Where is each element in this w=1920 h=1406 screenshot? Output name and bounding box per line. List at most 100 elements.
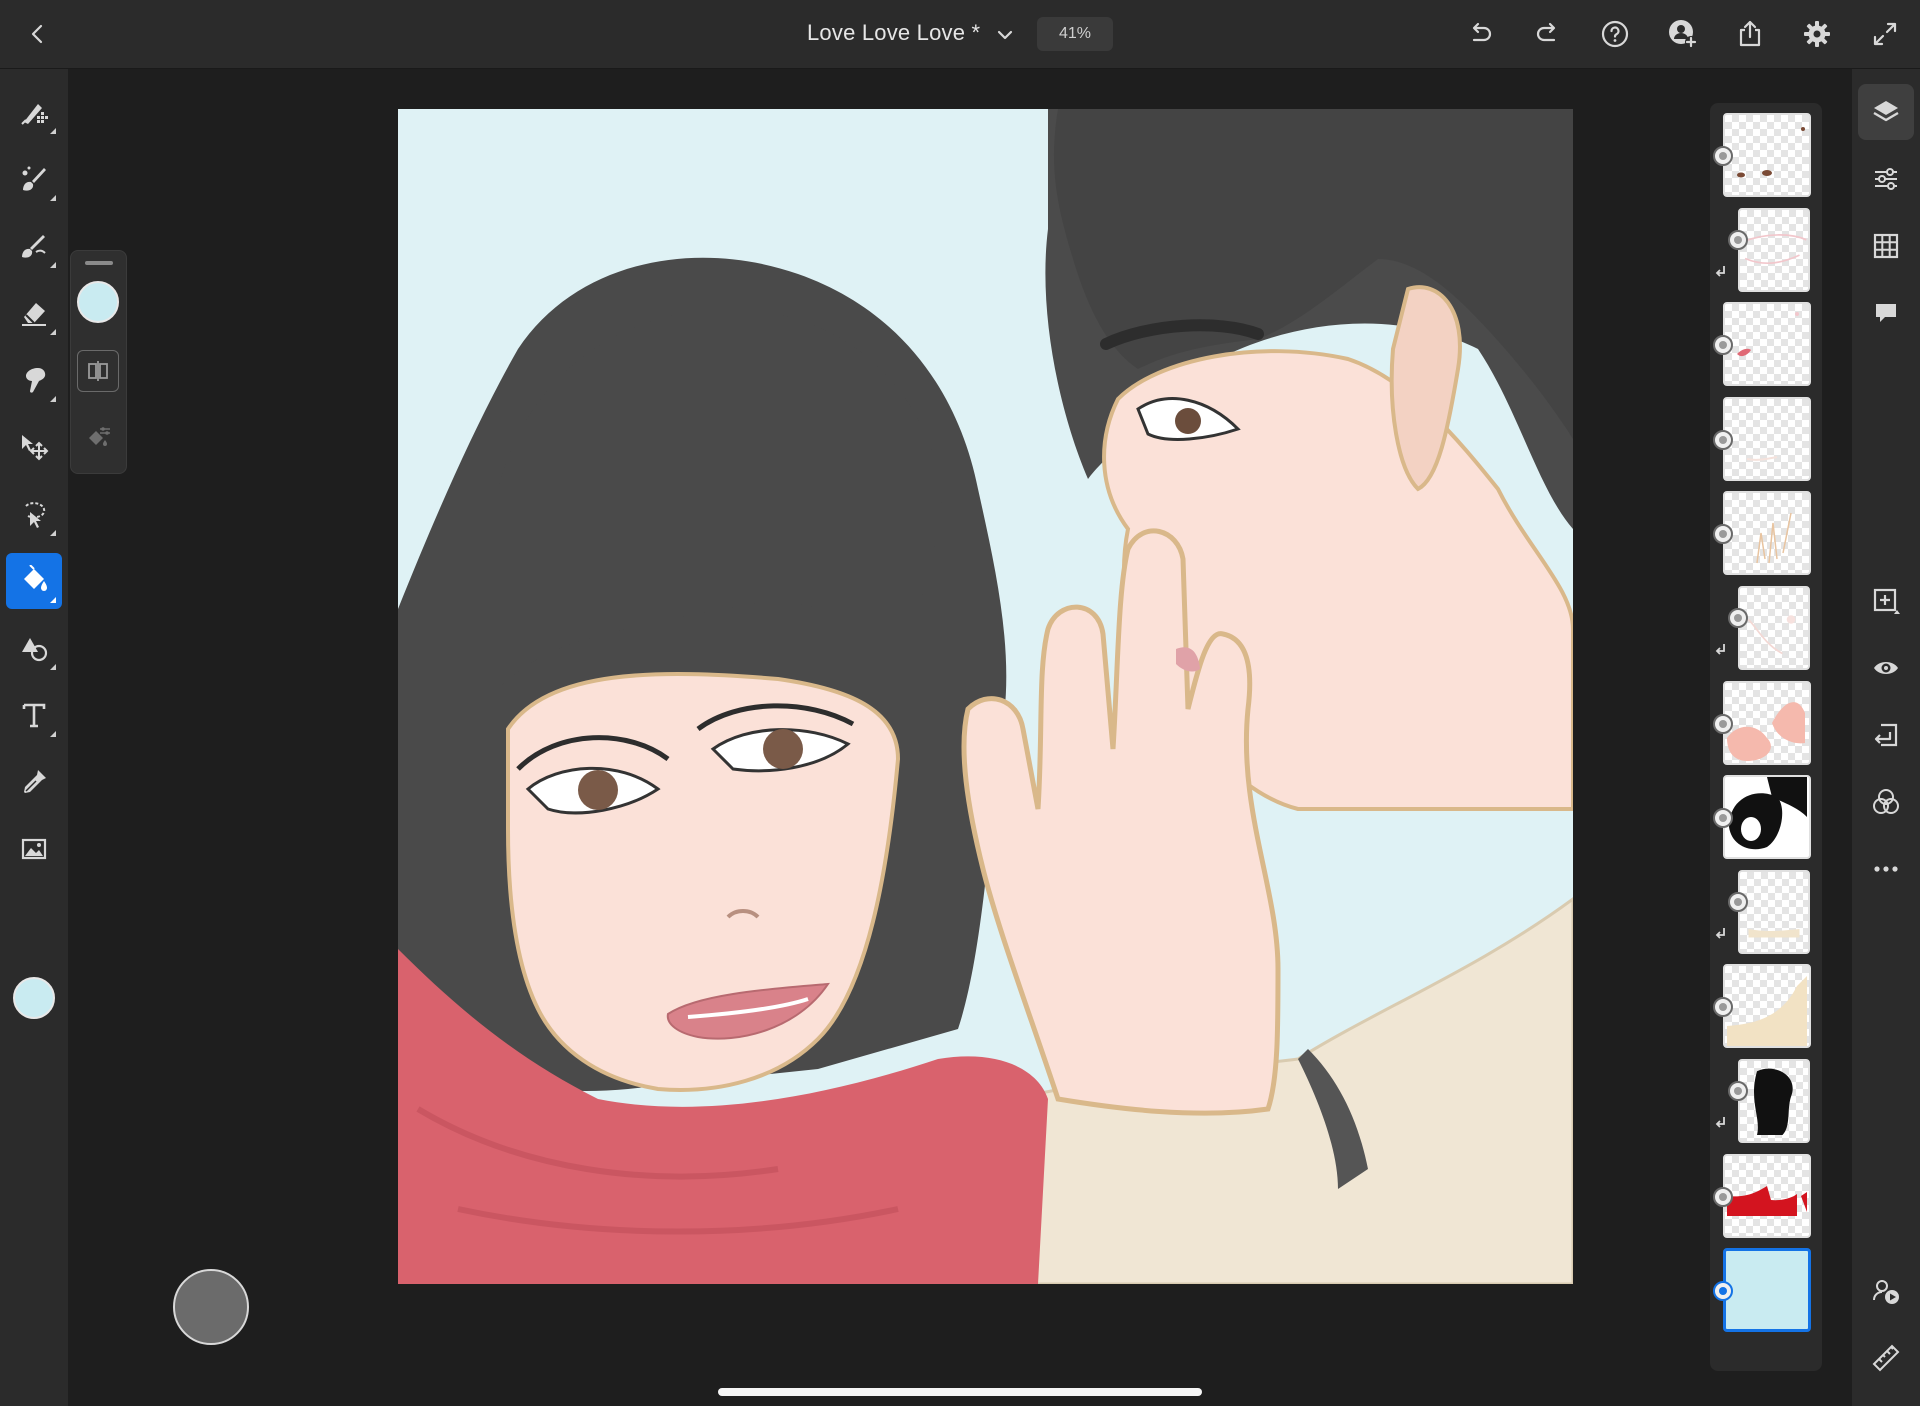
layer-visibility-toggle[interactable] xyxy=(1713,713,1733,734)
layer-row[interactable] xyxy=(1710,1059,1822,1143)
share-button[interactable] xyxy=(1730,14,1770,54)
tool-options-panel xyxy=(70,250,127,474)
layers-panel xyxy=(1710,103,1822,1371)
layers-button[interactable] xyxy=(1858,84,1914,140)
comments-icon xyxy=(1876,304,1896,322)
add-layer-button[interactable] xyxy=(1858,573,1914,629)
layer-thumbnail[interactable] xyxy=(1738,1059,1810,1143)
visibility-button[interactable] xyxy=(1858,640,1914,696)
document-title[interactable]: Love Love Love * xyxy=(807,20,980,46)
layer-visibility-toggle[interactable] xyxy=(1713,146,1733,166)
layer-row[interactable] xyxy=(1710,1153,1822,1238)
layer-thumbnail[interactable] xyxy=(1723,113,1811,197)
layer-thumbnail[interactable] xyxy=(1738,586,1810,670)
submenu-indicator xyxy=(50,731,56,737)
layer-thumbnail[interactable] xyxy=(1723,1248,1811,1333)
help-button[interactable] xyxy=(1595,14,1635,54)
move-icon xyxy=(22,435,49,461)
undo-button[interactable] xyxy=(1460,14,1500,54)
current-color-swatch[interactable] xyxy=(13,977,55,1019)
import-button[interactable] xyxy=(1858,707,1914,763)
settings-button[interactable] xyxy=(1797,14,1837,54)
eraser-tool[interactable] xyxy=(6,285,62,341)
layer-row[interactable] xyxy=(1710,964,1822,1049)
smudge-icon xyxy=(26,368,46,393)
redo-icon xyxy=(1536,22,1556,42)
left-toolbar xyxy=(0,69,68,1406)
pixel-brush-tool[interactable] xyxy=(6,84,62,140)
grid-button[interactable] xyxy=(1858,218,1914,274)
layer-thumbnail[interactable] xyxy=(1723,491,1811,576)
layer-visibility-toggle[interactable] xyxy=(1728,608,1748,628)
paint-bucket-icon xyxy=(24,565,47,591)
right-toolbar xyxy=(1852,69,1920,1406)
blend-button[interactable] xyxy=(1858,774,1914,830)
eyedropper-tool[interactable] xyxy=(6,754,62,810)
invite-button[interactable] xyxy=(1663,14,1703,54)
comments-button[interactable] xyxy=(1858,285,1914,341)
shapes-tool[interactable] xyxy=(6,620,62,676)
fill-mode-icon xyxy=(88,361,108,381)
selection-tool[interactable] xyxy=(6,486,62,542)
drag-handle[interactable] xyxy=(85,261,113,265)
layer-row[interactable] xyxy=(1710,207,1822,292)
layer-row[interactable] xyxy=(1710,113,1822,197)
grid-icon xyxy=(1873,233,1899,259)
back-icon xyxy=(31,24,43,44)
smudge-tool[interactable] xyxy=(6,352,62,408)
fill-settings-button[interactable] xyxy=(77,417,119,459)
layer-properties-button[interactable] xyxy=(1858,151,1914,207)
layer-row[interactable] xyxy=(1710,302,1822,387)
layer-thumbnail[interactable] xyxy=(1723,964,1811,1049)
fullscreen-icon xyxy=(1873,22,1897,46)
layer-row[interactable] xyxy=(1710,775,1822,860)
text-tool[interactable] xyxy=(6,687,62,743)
layer-row[interactable] xyxy=(1710,491,1822,576)
layer-row[interactable] xyxy=(1710,586,1822,670)
fill-tool[interactable] xyxy=(6,553,62,609)
live-brush-tool[interactable] xyxy=(6,151,62,207)
layer-thumbnail[interactable] xyxy=(1738,869,1810,954)
layer-visibility-toggle[interactable] xyxy=(1728,1081,1748,1101)
layer-visibility-toggle[interactable] xyxy=(1713,429,1733,450)
document-menu-button[interactable] xyxy=(990,20,1020,50)
zoom-level[interactable]: 41% xyxy=(1037,17,1113,51)
artwork-canvas[interactable] xyxy=(398,109,1573,1284)
fullscreen-button[interactable] xyxy=(1865,14,1905,54)
layer-thumbnail[interactable] xyxy=(1723,1153,1811,1238)
layer-row[interactable] xyxy=(1710,869,1822,954)
clipping-mask-icon xyxy=(1714,642,1728,656)
layer-visibility-toggle[interactable] xyxy=(1728,891,1748,912)
layer-visibility-toggle[interactable] xyxy=(1713,1186,1733,1207)
layer-thumbnail[interactable] xyxy=(1723,396,1811,481)
ruler-button[interactable] xyxy=(1858,1330,1914,1386)
submenu-indicator xyxy=(50,262,56,268)
vector-brush-tool[interactable] xyxy=(6,218,62,274)
layer-thumbnail[interactable] xyxy=(1723,302,1811,387)
add-layer-icon xyxy=(1873,588,1900,614)
layer-thumbnail[interactable] xyxy=(1723,680,1811,765)
home-indicator[interactable] xyxy=(718,1388,1202,1396)
more-button[interactable] xyxy=(1858,841,1914,897)
fill-mode-button[interactable] xyxy=(77,350,119,392)
layer-thumbnail[interactable] xyxy=(1723,775,1811,860)
layer-row[interactable] xyxy=(1710,396,1822,481)
layer-visibility-toggle[interactable] xyxy=(1728,229,1748,250)
layer-row[interactable] xyxy=(1710,680,1822,765)
image-tool[interactable] xyxy=(6,821,62,877)
layers-icon xyxy=(1873,101,1899,122)
chevron-down-icon xyxy=(997,30,1013,40)
lasso-icon xyxy=(25,502,46,528)
layer-thumbnail[interactable] xyxy=(1738,207,1810,292)
redo-button[interactable] xyxy=(1528,14,1568,54)
settings-icon xyxy=(1804,21,1830,47)
livestream-button[interactable] xyxy=(1858,1263,1914,1319)
back-button[interactable] xyxy=(18,14,58,54)
transform-tool[interactable] xyxy=(6,419,62,475)
visibility-icon xyxy=(1874,662,1898,674)
touch-shortcut-button[interactable] xyxy=(173,1269,249,1345)
shapes-icon xyxy=(22,638,48,662)
fill-color-swatch[interactable] xyxy=(77,281,119,323)
vector-brush-icon xyxy=(22,235,46,258)
layer-row[interactable] xyxy=(1710,1248,1822,1333)
